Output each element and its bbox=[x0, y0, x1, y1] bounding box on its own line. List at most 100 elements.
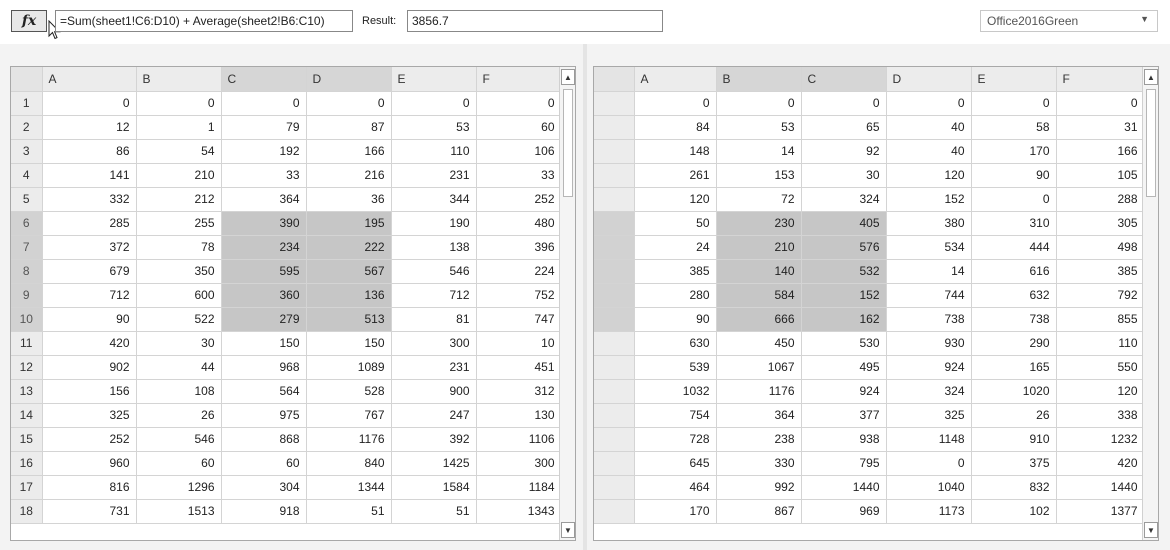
cell[interactable]: 192 bbox=[221, 139, 307, 164]
cell[interactable]: 60 bbox=[476, 115, 562, 140]
cell[interactable]: 210 bbox=[136, 163, 222, 188]
column-header-e[interactable]: E bbox=[971, 67, 1057, 92]
cell[interactable]: 224 bbox=[476, 259, 562, 284]
cell[interactable]: 170 bbox=[971, 139, 1057, 164]
cell[interactable]: 0 bbox=[886, 91, 972, 116]
cell[interactable]: 110 bbox=[1056, 331, 1145, 356]
cell[interactable]: 712 bbox=[42, 283, 137, 308]
cell[interactable]: 1176 bbox=[306, 427, 392, 452]
column-header-b[interactable]: B bbox=[136, 67, 222, 92]
column-header-f[interactable]: F bbox=[476, 67, 562, 92]
cell[interactable]: 396 bbox=[476, 235, 562, 260]
row-header[interactable] bbox=[594, 283, 635, 308]
cell[interactable]: 390 bbox=[221, 211, 307, 236]
cell[interactable]: 150 bbox=[306, 331, 392, 356]
cell[interactable]: 330 bbox=[716, 451, 802, 476]
cell[interactable]: 0 bbox=[42, 91, 137, 116]
theme-dropdown[interactable]: Office2016Green ▼ bbox=[980, 10, 1158, 32]
cell[interactable]: 372 bbox=[42, 235, 137, 260]
cell[interactable]: 136 bbox=[306, 283, 392, 308]
row-header[interactable] bbox=[594, 163, 635, 188]
cell[interactable]: 918 bbox=[221, 499, 307, 524]
cell[interactable]: 153 bbox=[716, 163, 802, 188]
cell[interactable]: 285 bbox=[42, 211, 137, 236]
cell[interactable]: 290 bbox=[971, 331, 1057, 356]
cell[interactable]: 279 bbox=[221, 307, 307, 332]
cell[interactable]: 0 bbox=[136, 91, 222, 116]
cell[interactable]: 380 bbox=[886, 211, 972, 236]
cell[interactable]: 360 bbox=[221, 283, 307, 308]
cell[interactable]: 600 bbox=[136, 283, 222, 308]
cell[interactable]: 855 bbox=[1056, 307, 1145, 332]
cell[interactable]: 754 bbox=[634, 403, 717, 428]
cell[interactable]: 632 bbox=[971, 283, 1057, 308]
cell[interactable]: 738 bbox=[971, 307, 1057, 332]
cell[interactable]: 364 bbox=[716, 403, 802, 428]
sheet1-vertical-scrollbar[interactable]: ▲ ▼ bbox=[559, 67, 575, 540]
cell[interactable]: 166 bbox=[1056, 139, 1145, 164]
cell[interactable]: 364 bbox=[221, 187, 307, 212]
row-header[interactable]: 8 bbox=[11, 259, 43, 284]
cell[interactable]: 630 bbox=[634, 331, 717, 356]
cell[interactable]: 344 bbox=[391, 187, 477, 212]
cell[interactable]: 532 bbox=[801, 259, 887, 284]
cell[interactable]: 767 bbox=[306, 403, 392, 428]
cell[interactable]: 84 bbox=[634, 115, 717, 140]
cell[interactable]: 90 bbox=[42, 307, 137, 332]
cell[interactable]: 0 bbox=[801, 91, 887, 116]
cell[interactable]: 1032 bbox=[634, 379, 717, 404]
cell[interactable]: 212 bbox=[136, 187, 222, 212]
cell[interactable]: 0 bbox=[476, 91, 562, 116]
cell[interactable]: 0 bbox=[886, 451, 972, 476]
row-header[interactable]: 9 bbox=[11, 283, 43, 308]
cell[interactable]: 325 bbox=[886, 403, 972, 428]
cell[interactable]: 120 bbox=[886, 163, 972, 188]
cell[interactable]: 90 bbox=[634, 307, 717, 332]
cell[interactable]: 1067 bbox=[716, 355, 802, 380]
column-header-d[interactable]: D bbox=[886, 67, 972, 92]
row-header[interactable] bbox=[594, 91, 635, 116]
column-header-a[interactable]: A bbox=[42, 67, 137, 92]
cell[interactable]: 1184 bbox=[476, 475, 562, 500]
cell[interactable]: 0 bbox=[634, 91, 717, 116]
row-header[interactable]: 15 bbox=[11, 427, 43, 452]
row-header[interactable]: 18 bbox=[11, 499, 43, 524]
cell[interactable]: 567 bbox=[306, 259, 392, 284]
cell[interactable]: 110 bbox=[391, 139, 477, 164]
cell[interactable]: 26 bbox=[971, 403, 1057, 428]
cell[interactable]: 420 bbox=[42, 331, 137, 356]
cell[interactable]: 222 bbox=[306, 235, 392, 260]
cell[interactable]: 938 bbox=[801, 427, 887, 452]
cell[interactable]: 924 bbox=[801, 379, 887, 404]
cell[interactable]: 14 bbox=[886, 259, 972, 284]
cell[interactable]: 238 bbox=[716, 427, 802, 452]
cell[interactable]: 744 bbox=[886, 283, 972, 308]
row-header[interactable]: 2 bbox=[11, 115, 43, 140]
cell[interactable]: 0 bbox=[391, 91, 477, 116]
cell[interactable]: 255 bbox=[136, 211, 222, 236]
cell[interactable]: 165 bbox=[971, 355, 1057, 380]
cell[interactable]: 1343 bbox=[476, 499, 562, 524]
cell[interactable]: 392 bbox=[391, 427, 477, 452]
column-header-e[interactable]: E bbox=[391, 67, 477, 92]
cell[interactable]: 1040 bbox=[886, 475, 972, 500]
formula-input[interactable] bbox=[55, 10, 353, 32]
column-header-a[interactable]: A bbox=[634, 67, 717, 92]
cell[interactable]: 350 bbox=[136, 259, 222, 284]
row-header[interactable]: 5 bbox=[11, 187, 43, 212]
row-header[interactable]: 17 bbox=[11, 475, 43, 500]
cell[interactable]: 148 bbox=[634, 139, 717, 164]
cell[interactable]: 584 bbox=[716, 283, 802, 308]
cell[interactable]: 44 bbox=[136, 355, 222, 380]
scrollbar-thumb[interactable] bbox=[1146, 89, 1156, 197]
cell[interactable]: 595 bbox=[221, 259, 307, 284]
cell[interactable]: 930 bbox=[886, 331, 972, 356]
cell[interactable]: 152 bbox=[801, 283, 887, 308]
cell[interactable]: 546 bbox=[136, 427, 222, 452]
cell[interactable]: 1377 bbox=[1056, 499, 1145, 524]
cell[interactable]: 33 bbox=[221, 163, 307, 188]
cell[interactable]: 968 bbox=[221, 355, 307, 380]
cell[interactable]: 332 bbox=[42, 187, 137, 212]
cell[interactable]: 444 bbox=[971, 235, 1057, 260]
cell[interactable]: 50 bbox=[634, 211, 717, 236]
